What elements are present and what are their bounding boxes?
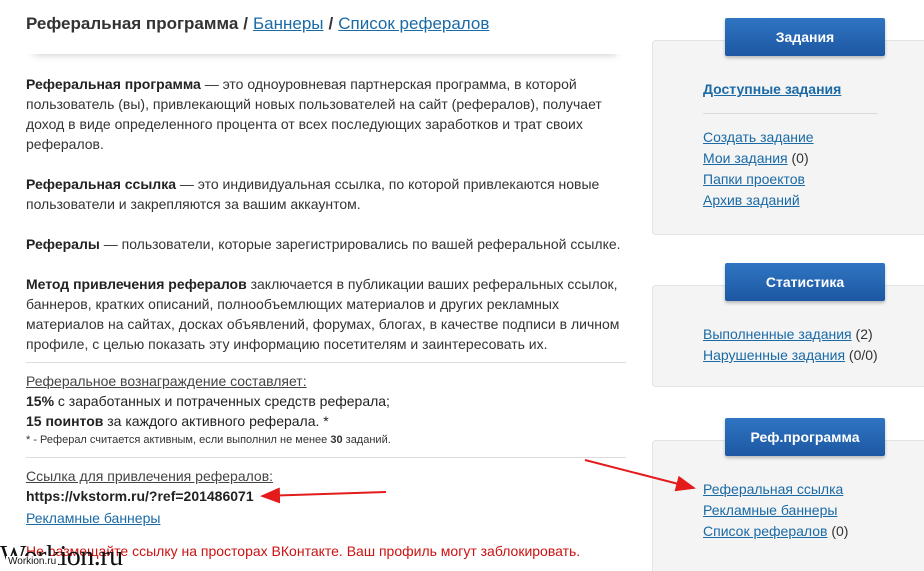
arrow-to-ref-link (584, 459, 696, 492)
arrow-to-ref-url (260, 487, 387, 504)
annotation-arrows (260, 459, 696, 504)
watermark-small: Workion.ru (6, 556, 59, 567)
